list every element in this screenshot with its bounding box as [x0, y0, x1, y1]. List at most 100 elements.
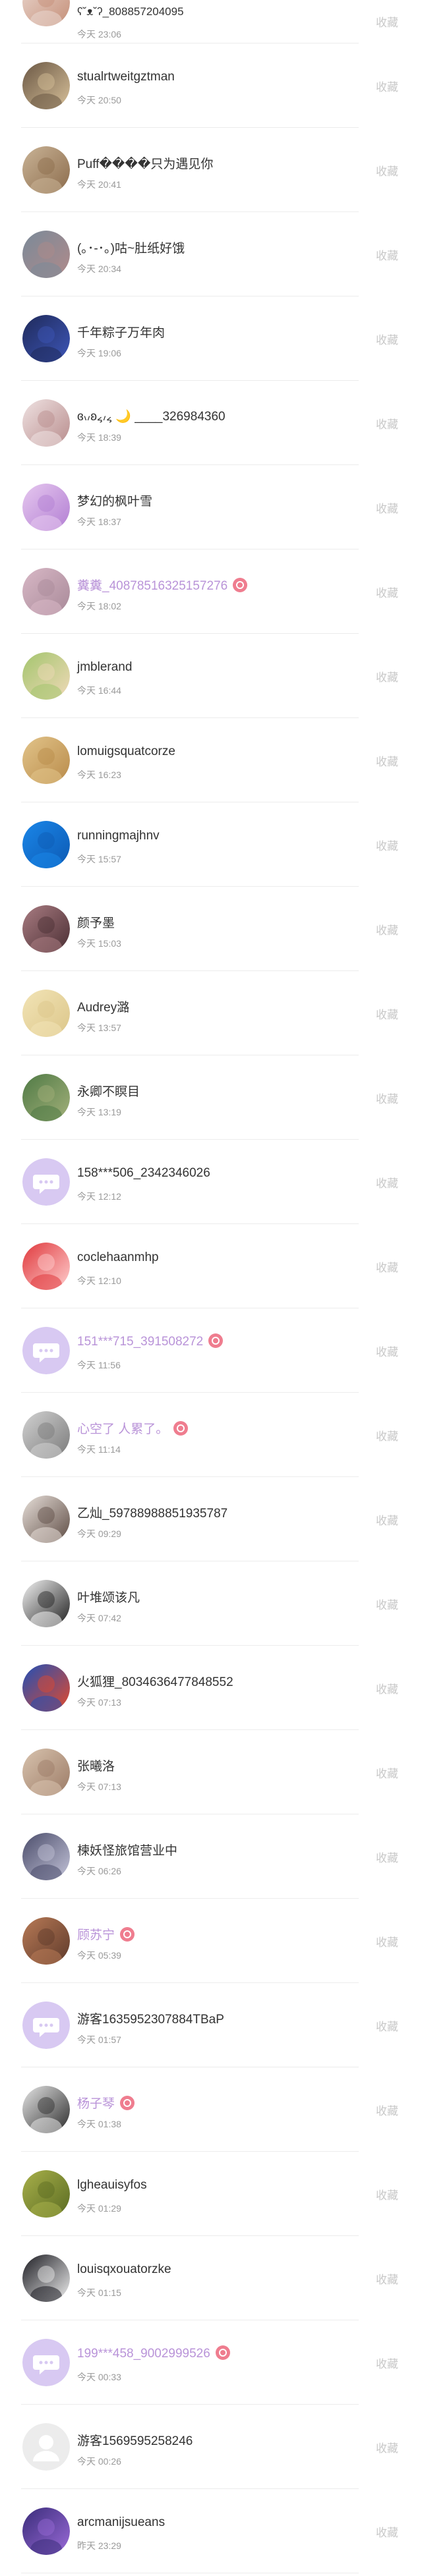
collect-button[interactable]: 收藏 [376, 752, 398, 769]
user-name[interactable]: ɞ៶៸ʚ͏៹៸៹ 🌙 ____326984360 [77, 407, 226, 424]
collect-button[interactable]: 收藏 [376, 499, 398, 516]
bw-avatar[interactable] [22, 2086, 70, 2133]
blue-avatar[interactable] [22, 821, 70, 868]
list-item[interactable]: 梦幻的枫叶雪 今天 18:37 收藏 [0, 465, 422, 549]
user-name[interactable]: lomuigsquatcorze [77, 744, 175, 759]
collect-button[interactable]: 收藏 [376, 921, 398, 938]
chat-bubble-avatar[interactable] [22, 1158, 70, 1206]
user-name[interactable]: 顾苏宁 [77, 1925, 135, 1943]
collect-button[interactable]: 收藏 [376, 2102, 398, 2118]
user-name[interactable]: (｡･-･｡)咕~肚纸好饿 [77, 238, 185, 256]
cartoon-avatar[interactable] [22, 652, 70, 700]
list-item[interactable]: Puff����只为遇见你 今天 20:41 收藏 [0, 128, 422, 212]
collect-button[interactable]: 收藏 [376, 1005, 398, 1022]
purple-avatar[interactable] [22, 2507, 70, 2555]
list-item[interactable]: 158***506_2342346026 今天 12:12 收藏 [0, 1140, 422, 1224]
girl-photo-avatar[interactable] [22, 1749, 70, 1796]
list-item[interactable]: 火狐狸_8034636477848552 今天 07:13 收藏 [0, 1646, 422, 1730]
dark-anime-avatar[interactable] [22, 1833, 70, 1880]
list-item[interactable]: 151***715_391508272 今天 11:56 收藏 [0, 1308, 422, 1393]
user-name[interactable]: 游客1569595258246 [77, 2431, 193, 2449]
user-name[interactable]: 158***506_2342346026 [77, 1166, 210, 1181]
user-name[interactable]: 张曦洛 [77, 1756, 115, 1774]
collect-button[interactable]: 收藏 [376, 162, 398, 179]
collect-button[interactable]: 收藏 [376, 1680, 398, 1696]
list-item[interactable]: louisqxouatorzke 今天 01:15 收藏 [0, 2236, 422, 2320]
purple-anime-avatar[interactable] [22, 484, 70, 531]
list-item[interactable]: 永卿不瞑目 今天 13:19 收藏 [0, 1055, 422, 1140]
list-item[interactable]: 游客1569595258246 今天 00:26 收藏 [0, 2405, 422, 2489]
user-name[interactable]: lgheauisyfos [77, 2178, 147, 2193]
collect-button[interactable]: 收藏 [376, 2523, 398, 2540]
collect-button[interactable]: 收藏 [376, 1849, 398, 1865]
black-avatar[interactable] [22, 2254, 70, 2302]
list-item[interactable]: coclehaanmhp 今天 12:10 收藏 [0, 1224, 422, 1308]
list-item[interactable]: arcmanijsueans 昨天 23:29 收藏 [0, 2489, 422, 2573]
user-name[interactable]: arcmanijsueans [77, 2515, 165, 2530]
user-name[interactable]: stualrtweitgztman [77, 70, 175, 84]
list-item[interactable]: runningmajhnv 今天 15:57 收藏 [0, 802, 422, 887]
user-name[interactable]: 乙灿_59788988851935787 [77, 1503, 227, 1521]
collect-button[interactable]: 收藏 [376, 1596, 398, 1612]
girl-photo-avatar[interactable] [22, 399, 70, 447]
user-name[interactable]: 颜予墨 [77, 913, 115, 931]
list-item[interactable]: 千年粽子万年肉 今天 19:06 收藏 [0, 296, 422, 381]
list-item[interactable]: (｡･-･｡)咕~肚纸好饿 今天 20:34 收藏 [0, 212, 422, 296]
dark-photo-avatar[interactable] [22, 1496, 70, 1543]
red-avatar[interactable] [22, 1243, 70, 1290]
user-name[interactable]: Puff����只为遇见你 [77, 154, 213, 172]
collect-button[interactable]: 收藏 [376, 331, 398, 347]
chat-bubble-avatar[interactable] [22, 2339, 70, 2386]
user-name[interactable]: 199***458_9002999526 [77, 2345, 230, 2361]
user-name[interactable]: jmblerand [77, 660, 132, 675]
user-name[interactable]: 火狐狸_8034636477848552 [77, 1672, 233, 1690]
default-user-avatar[interactable] [22, 2423, 70, 2471]
chat-bubble-avatar[interactable] [22, 1327, 70, 1374]
green-avatar[interactable] [22, 2170, 70, 2218]
list-item[interactable]: 游客1635952307884TBaP 今天 01:57 收藏 [0, 1983, 422, 2067]
collect-button[interactable]: 收藏 [376, 2355, 398, 2371]
user-name[interactable]: 杨子琴 [77, 2094, 135, 2112]
user-name[interactable]: 楝妖怪旅馆营业中 [77, 1841, 177, 1859]
collect-button[interactable]: 收藏 [376, 668, 398, 685]
girl-photo-avatar[interactable] [22, 568, 70, 615]
user-name[interactable]: 永卿不瞑目 [77, 1082, 140, 1100]
list-item[interactable]: 叶堆颂该凡 今天 07:42 收藏 [0, 1561, 422, 1646]
user-name[interactable]: 糞糞_4087851632515727​6 [77, 576, 248, 594]
anime-avatar[interactable] [22, 315, 70, 362]
list-item[interactable]: stualrtweitgztman 今天 20:50 收藏 [0, 43, 422, 128]
collect-button[interactable]: 收藏 [376, 2439, 398, 2455]
collect-button[interactable]: 收藏 [376, 2186, 398, 2202]
collect-button[interactable]: 收藏 [376, 1343, 398, 1359]
collect-button[interactable]: 收藏 [376, 1764, 398, 1781]
collect-button[interactable]: 收藏 [376, 1090, 398, 1106]
gray-avatar[interactable] [22, 1411, 70, 1459]
list-item[interactable]: 张曦洛 今天 07:13 收藏 [0, 1730, 422, 1814]
list-item[interactable]: 颜予墨 今天 15:03 收藏 [0, 887, 422, 971]
light-avatar[interactable] [22, 990, 70, 1037]
list-item[interactable]: 199***458_9002999526 今天 00:33 收藏 [0, 2320, 422, 2405]
list-item[interactable]: 顾苏宁 今天 05:39 收藏 [0, 1899, 422, 1983]
collect-button[interactable]: 收藏 [376, 2017, 398, 2034]
cat-photo-avatar[interactable] [22, 146, 70, 194]
fox-avatar[interactable] [22, 1664, 70, 1712]
user-name[interactable]: ʕ˘ᴥ˘ʔ_808857204095 [77, 5, 184, 18]
user-name[interactable]: 151***715_391508272 [77, 1333, 224, 1349]
list-item[interactable]: 楝妖怪旅馆营业中 今天 06:26 收藏 [0, 1814, 422, 1899]
list-item[interactable]: lgheauisyfos 今天 01:29 收藏 [0, 2152, 422, 2236]
user-name[interactable]: 千年粽子万年肉 [77, 323, 165, 341]
collect-button[interactable]: 收藏 [376, 1174, 398, 1190]
list-item[interactable]: ɞ៶៸ʚ͏៹៸៹ 🌙 ____326984360 今天 18:39 收藏 [0, 381, 422, 465]
collect-button[interactable]: 收藏 [376, 246, 398, 263]
collect-button[interactable]: 收藏 [376, 1511, 398, 1528]
silhouette-avatar[interactable] [22, 1580, 70, 1627]
user-name[interactable]: 梦幻的枫叶雪 [77, 491, 152, 509]
girl-photo-avatar[interactable] [22, 905, 70, 953]
list-item[interactable]: jmblerand 今天 16:44 收藏 [0, 634, 422, 718]
user-name[interactable]: 叶堆颂该凡 [77, 1588, 140, 1606]
collect-button[interactable]: 收藏 [376, 13, 398, 30]
user-name[interactable]: 游客1635952307884TBaP [77, 2009, 224, 2027]
list-item[interactable]: ʕ˘ᴥ˘ʔ_808857204095 今天 23:06 收藏 [0, 0, 422, 43]
list-item[interactable]: 糞糞_4087851632515727​6 今天 18:02 收藏 [0, 549, 422, 634]
user-name[interactable]: runningmajhnv [77, 829, 160, 843]
